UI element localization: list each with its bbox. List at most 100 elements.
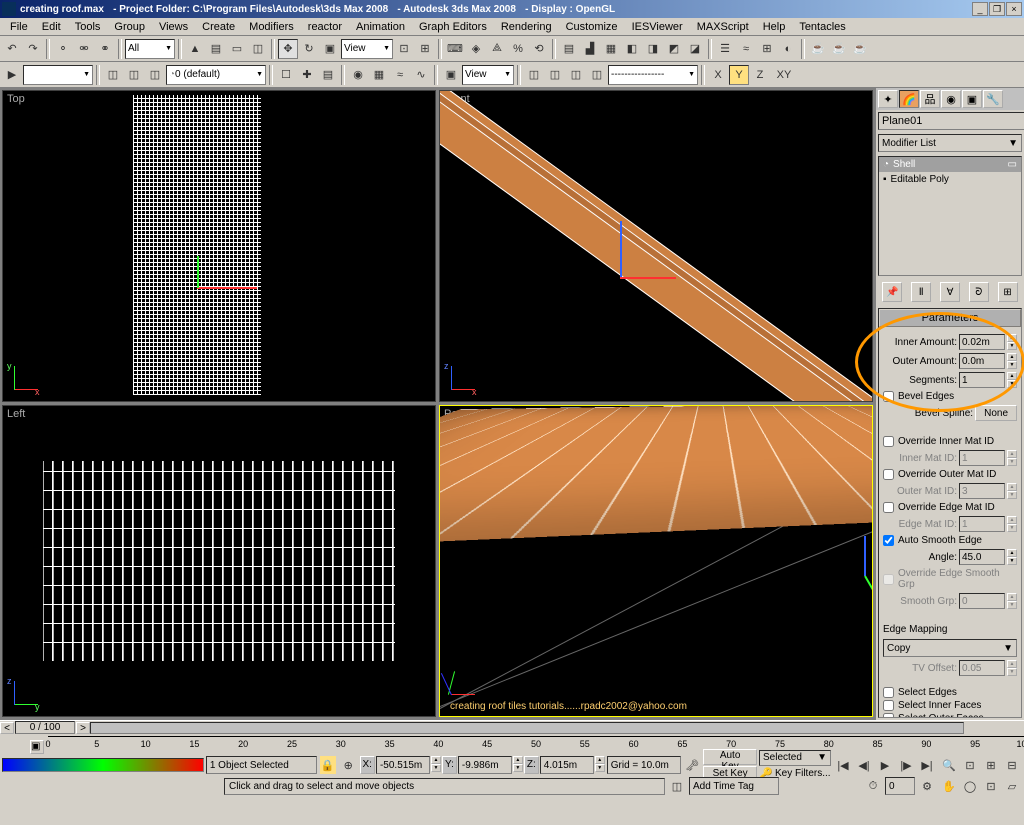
unlink-button[interactable]: ⚮ xyxy=(74,39,94,59)
misc-button-2[interactable]: ◫ xyxy=(524,65,544,85)
schematic-button[interactable]: ⊞ xyxy=(757,39,777,59)
close-button[interactable]: × xyxy=(1006,2,1022,16)
axis-x-button[interactable]: X xyxy=(708,65,728,85)
goto-start-button[interactable]: |◀ xyxy=(833,755,853,775)
zoom-button[interactable]: 🔍 xyxy=(939,755,959,775)
menu-tentacles[interactable]: Tentacles xyxy=(793,19,851,35)
stack-shell[interactable]: ◔Shell▭ xyxy=(879,157,1021,172)
menu-help[interactable]: Help xyxy=(757,19,792,35)
new-layer-button[interactable]: ◫ xyxy=(124,65,144,85)
pin-stack-button[interactable]: 📌 xyxy=(882,282,902,302)
menu-customize[interactable]: Customize xyxy=(560,19,624,35)
lock-button[interactable]: 🗝 xyxy=(683,755,702,775)
viewport-front[interactable]: Front x z xyxy=(439,90,873,402)
override-edge-check[interactable] xyxy=(883,502,894,513)
axis-xy-button[interactable]: XY xyxy=(771,65,797,85)
layers-button[interactable]: ☰ xyxy=(715,39,735,59)
outer-mat-spinner[interactable]: 3 xyxy=(959,483,1005,499)
align-camera-button[interactable]: ◪ xyxy=(685,39,705,59)
outer-amount-spinner[interactable]: 0.0m xyxy=(959,353,1005,369)
ref-dropdown-2[interactable]: View▼ xyxy=(462,65,514,85)
menu-maxscript[interactable]: MAXScript xyxy=(691,19,755,35)
time-slider-track[interactable] xyxy=(90,722,964,734)
misc-button-5[interactable]: ◫ xyxy=(587,65,607,85)
listener-button[interactable]: ▶ xyxy=(2,65,22,85)
mirror-button[interactable]: ▟ xyxy=(580,39,600,59)
zoom-all-button[interactable]: ⊡ xyxy=(960,755,980,775)
play-button[interactable]: ▶ xyxy=(875,755,895,775)
timeline[interactable]: ▣ 05101520253035404550556065707580859095… xyxy=(0,734,1024,754)
menu-create[interactable]: Create xyxy=(196,19,241,35)
lock-selection-button[interactable]: 🔒 xyxy=(319,755,338,775)
dashes-dropdown[interactable]: ----------------▼ xyxy=(608,65,698,85)
viewport-perspective[interactable]: Perspective creating roof tiles tutorial… xyxy=(439,405,873,717)
comm-center-button[interactable]: ◫ xyxy=(667,776,687,796)
selection-filter-dropdown[interactable]: All▼ xyxy=(125,39,175,59)
zoom-extents-all-button[interactable]: ⊟ xyxy=(1002,755,1022,775)
menu-iesviewer[interactable]: IESViewer xyxy=(626,19,689,35)
scale-button[interactable]: ▣ xyxy=(320,39,340,59)
menu-tools[interactable]: Tools xyxy=(69,19,107,35)
y-coord-field[interactable]: -9.986m xyxy=(458,756,512,774)
key-filters-label[interactable]: Key Filters... xyxy=(775,768,831,779)
rotate-button[interactable]: ↻ xyxy=(299,39,319,59)
angle-snap-button[interactable]: ⟁ xyxy=(487,39,507,59)
snap-button[interactable]: ◈ xyxy=(466,39,486,59)
reactor-water-button[interactable]: ≈ xyxy=(390,65,410,85)
spinner-snap-button[interactable]: ⟲ xyxy=(529,39,549,59)
add-to-layer-button[interactable]: ◫ xyxy=(145,65,165,85)
edge-mat-spinner[interactable]: 1 xyxy=(959,516,1005,532)
menu-modifiers[interactable]: Modifiers xyxy=(243,19,300,35)
normal-align-button[interactable]: ◨ xyxy=(643,39,663,59)
time-slider-indicator[interactable]: 0 / 100 xyxy=(15,721,75,734)
display-button[interactable]: ▤ xyxy=(318,65,338,85)
configure-sets-button[interactable]: ⊞ xyxy=(998,282,1018,302)
container-button[interactable]: ☐ xyxy=(276,65,296,85)
time-slider-prev[interactable]: < xyxy=(0,722,14,734)
select-button[interactable]: ▲ xyxy=(185,39,205,59)
bevel-edges-check[interactable] xyxy=(883,391,894,402)
render-scene-button[interactable]: ☕ xyxy=(808,39,828,59)
parameters-rollout-header[interactable]: Parameters xyxy=(879,309,1021,327)
zoom-extents-button[interactable]: ⊞ xyxy=(981,755,1001,775)
redo-button[interactable]: ↷ xyxy=(23,39,43,59)
stack-editable-poly[interactable]: ▪Editable Poly xyxy=(879,172,1021,187)
minimize-button[interactable]: _ xyxy=(972,2,988,16)
menu-views[interactable]: Views xyxy=(153,19,194,35)
reactor-rope-button[interactable]: ∿ xyxy=(411,65,431,85)
select-outer-check[interactable] xyxy=(883,713,894,718)
track-bar[interactable] xyxy=(2,758,204,772)
reactor-cloth-button[interactable]: ▦ xyxy=(369,65,389,85)
named-selection-dropdown[interactable]: ▼ xyxy=(23,65,93,85)
show-end-button[interactable]: Ⅱ xyxy=(911,282,931,302)
remove-modifier-button[interactable]: ᘐ xyxy=(969,282,989,302)
next-frame-button[interactable]: |▶ xyxy=(896,755,916,775)
keyboard-shortcut-button[interactable]: ⌨ xyxy=(445,39,465,59)
axis-y-button[interactable]: Y xyxy=(729,65,749,85)
fov-button[interactable]: ▱ xyxy=(1002,776,1022,796)
absolute-transform-button[interactable]: ⊕ xyxy=(339,755,358,775)
select-name-button[interactable]: ▤ xyxy=(206,39,226,59)
undo-button[interactable]: ↶ xyxy=(2,39,22,59)
menu-file[interactable]: File xyxy=(4,19,34,35)
manipulate-button[interactable]: ⊞ xyxy=(415,39,435,59)
align-button[interactable]: ▦ xyxy=(601,39,621,59)
x-coord-field[interactable]: -50.515m xyxy=(376,756,430,774)
refcoord-dropdown[interactable]: View▼ xyxy=(341,39,393,59)
prev-frame-button[interactable]: ◀| xyxy=(854,755,874,775)
curve-editor-button[interactable]: ≈ xyxy=(736,39,756,59)
menu-group[interactable]: Group xyxy=(108,19,151,35)
axis-z-button[interactable]: Z xyxy=(750,65,770,85)
place-highlight-button[interactable]: ◩ xyxy=(664,39,684,59)
pivot-button[interactable]: ⊡ xyxy=(394,39,414,59)
select-region-button[interactable]: ▭ xyxy=(227,39,247,59)
hierarchy-tab[interactable]: 品 xyxy=(920,90,940,108)
create-tab[interactable]: ✦ xyxy=(878,90,898,108)
viewport-top[interactable]: Top x y xyxy=(2,90,436,402)
angle-spinner[interactable]: 45.0 xyxy=(959,549,1005,565)
reactor-button[interactable]: ◉ xyxy=(348,65,368,85)
quick-align-button[interactable]: ◧ xyxy=(622,39,642,59)
misc-button-3[interactable]: ◫ xyxy=(545,65,565,85)
maximize-button[interactable]: ❐ xyxy=(989,2,1005,16)
xref-button[interactable]: ✚ xyxy=(297,65,317,85)
